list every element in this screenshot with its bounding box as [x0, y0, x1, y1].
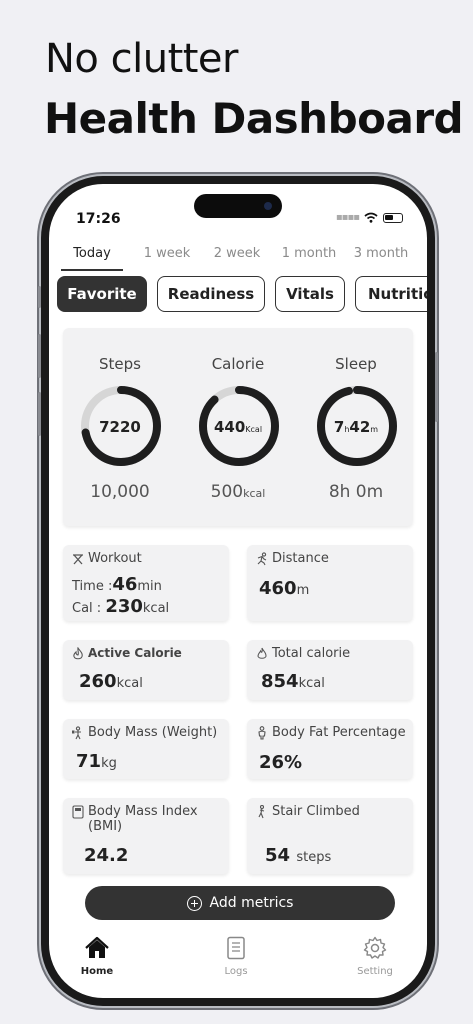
active-calorie-title-text: Active Calorie	[88, 646, 182, 660]
stair-climbed-value: 54 steps	[265, 845, 332, 866]
body-mass-title: Body Mass (Weight)	[71, 725, 227, 740]
nav-logs[interactable]: Logs	[206, 936, 266, 977]
fire-icon	[257, 647, 267, 659]
promo-headline-2: Health Dashboard	[44, 94, 464, 143]
workout-card[interactable]: Workout Time :46min Cal : 230kcal	[63, 545, 229, 621]
status-time: 17:26	[76, 211, 121, 227]
add-metrics-button[interactable]: Add metrics	[85, 886, 395, 920]
body-fat-value: 26%	[259, 752, 303, 773]
ring-sleep-label: Sleep	[335, 355, 377, 373]
nav-home[interactable]: Home	[67, 936, 127, 977]
chip-favorite[interactable]: Favorite	[57, 276, 147, 312]
active-calorie-title: Active Calorie	[71, 646, 227, 661]
total-calorie-title-text: Total calorie	[272, 646, 351, 661]
running-icon	[257, 552, 267, 566]
total-calorie-title: Total calorie	[255, 646, 411, 661]
tab-2-week[interactable]: 2 week	[201, 244, 273, 271]
status-icons: ▪▪▪▪	[336, 212, 403, 223]
home-icon	[85, 936, 109, 958]
ring-steps-goal: 10,000	[90, 482, 150, 502]
workout-title: Workout	[71, 551, 227, 566]
scale-icon	[72, 805, 84, 819]
stair-climbed-title: Stair Climbed	[255, 804, 411, 819]
category-chips: Favorite Readiness Vitals Nutrition	[57, 276, 427, 312]
body-fat-title-text: Body Fat Percentage	[272, 725, 406, 740]
stairs-icon	[258, 805, 265, 819]
add-circle-icon	[186, 895, 202, 911]
distance-title-text: Distance	[272, 551, 329, 566]
ring-calorie-goal: 500kcal	[210, 482, 266, 502]
add-metrics-label: Add metrics	[209, 895, 294, 911]
flame-icon	[73, 647, 83, 660]
logs-icon	[227, 936, 245, 960]
period-tabs: Today 1 week 2 week 1 month 3 month	[61, 244, 417, 271]
stair-climbed-title-text: Stair Climbed	[272, 804, 360, 819]
body-mass-value: 71kg	[76, 751, 117, 772]
promo-headline-1: No clutter	[45, 36, 239, 82]
total-calorie-value: 854kcal	[261, 671, 325, 692]
phone-side-button	[38, 286, 41, 308]
chip-vitals[interactable]: Vitals	[275, 276, 345, 312]
app-screen: 17:26 ▪▪▪▪ Today 1 week 2 week 1 month 3…	[49, 184, 427, 998]
active-calorie-card[interactable]: Active Calorie 260kcal	[63, 640, 229, 700]
workout-cal: Cal : 230kcal	[72, 596, 170, 617]
body-fat-card[interactable]: Body Fat Percentage 26%	[247, 719, 413, 779]
workout-icon	[73, 554, 83, 565]
body-mass-title-text: Body Mass (Weight)	[88, 725, 218, 740]
ring-calorie-label: Calorie	[211, 355, 265, 373]
bottom-nav: Home Logs Setting	[49, 936, 427, 986]
distance-value: 460m	[259, 578, 310, 599]
active-calorie-value: 260kcal	[79, 671, 143, 692]
wifi-icon	[364, 212, 378, 223]
battery-icon	[383, 212, 403, 223]
nav-logs-label: Logs	[224, 966, 248, 977]
phone-volume-down	[38, 392, 41, 436]
nav-setting-label: Setting	[357, 966, 393, 977]
weight-icon	[72, 726, 81, 740]
body-icon	[258, 726, 266, 740]
body-fat-title: Body Fat Percentage	[255, 725, 411, 740]
bmi-title: Body Mass Index (BMI)	[71, 804, 201, 834]
dynamic-island	[194, 194, 282, 218]
distance-card[interactable]: Distance 460m	[247, 545, 413, 621]
gear-icon	[363, 936, 387, 959]
phone-volume-up	[38, 334, 41, 378]
phone-power-button	[435, 352, 438, 422]
bmi-title-text: Body Mass Index (BMI)	[88, 804, 198, 834]
tab-1-week[interactable]: 1 week	[133, 244, 201, 271]
chip-nutrition[interactable]: Nutrition	[355, 276, 427, 312]
bmi-value: 24.2	[84, 845, 129, 866]
ring-sleep-value: 7h42m	[333, 418, 379, 436]
ring-steps-value: 7220	[99, 418, 141, 436]
total-calorie-card[interactable]: Total calorie 854kcal	[247, 640, 413, 700]
bmi-card[interactable]: Body Mass Index (BMI) 24.2	[63, 798, 229, 874]
tab-1-month[interactable]: 1 month	[273, 244, 345, 271]
chip-readiness[interactable]: Readiness	[157, 276, 265, 312]
stair-climbed-card[interactable]: Stair Climbed 54 steps	[247, 798, 413, 874]
tab-3-month[interactable]: 3 month	[345, 244, 417, 271]
workout-time: Time :46min	[72, 574, 162, 595]
ring-steps-label: Steps	[99, 355, 141, 373]
body-mass-card[interactable]: Body Mass (Weight) 71kg	[63, 719, 229, 779]
ring-sleep-goal: 8h 0m	[328, 482, 384, 502]
ring-calorie-value: 440Kcal	[213, 418, 263, 436]
tab-today[interactable]: Today	[61, 244, 123, 271]
distance-title: Distance	[255, 551, 411, 566]
nav-setting[interactable]: Setting	[345, 936, 405, 977]
activity-rings-card[interactable]: Steps 7220 10,000 Calorie 440Kcal 500kca…	[63, 328, 413, 526]
nav-home-label: Home	[80, 966, 114, 977]
workout-title-text: Workout	[88, 551, 142, 566]
signal-icon: ▪▪▪▪	[335, 212, 360, 223]
